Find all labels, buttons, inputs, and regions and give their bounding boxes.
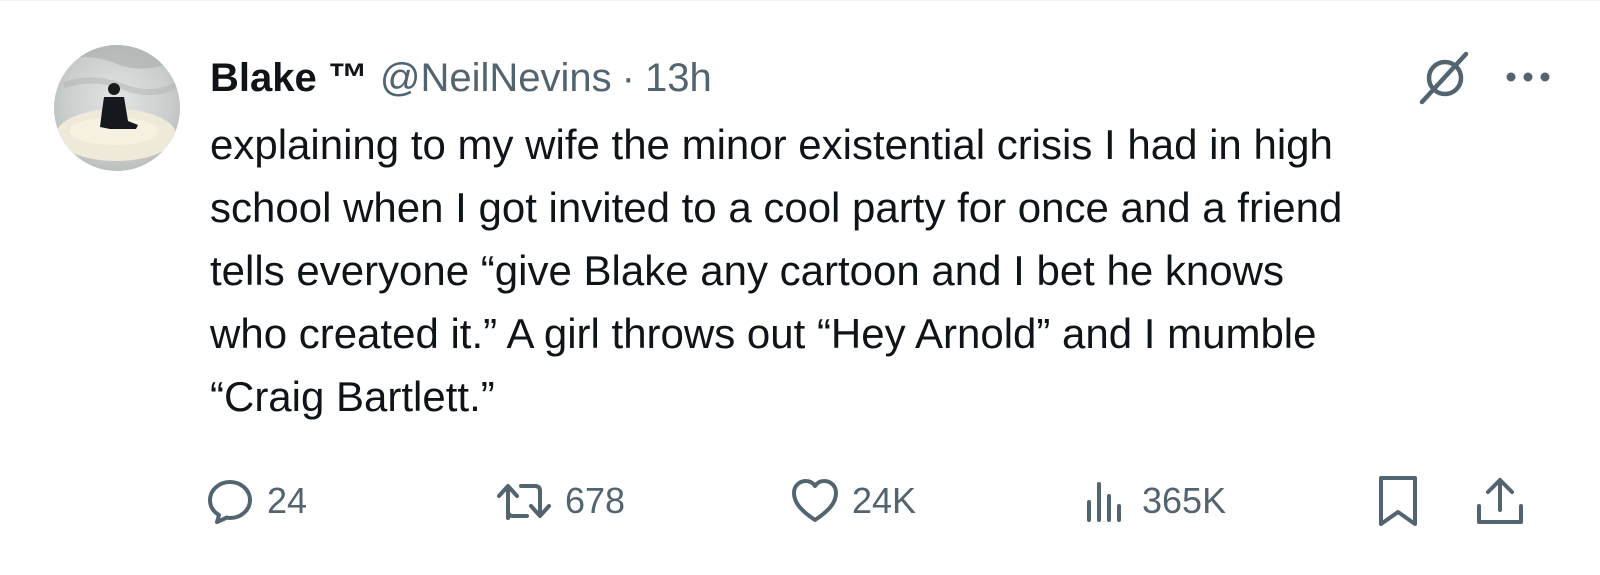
- grok-icon[interactable]: [1416, 48, 1474, 106]
- reply-count: 24: [267, 480, 308, 521]
- separator-dot: ·: [621, 55, 635, 100]
- user-handle[interactable]: @NeilNevins: [380, 56, 612, 101]
- repost-icon: [497, 484, 551, 520]
- avatar[interactable]: [54, 45, 180, 171]
- tweet-card[interactable]: Blake ™ @NeilNevins · 13h explaining to …: [0, 0, 1600, 575]
- share-icon: [1477, 478, 1523, 524]
- views-icon: [1087, 482, 1121, 522]
- like-count: 24K: [852, 480, 917, 521]
- repost-button[interactable]: 678: [495, 471, 625, 531]
- bookmark-button[interactable]: [1373, 471, 1435, 531]
- tweet-header: Blake ™ @NeilNevins · 13h: [210, 51, 712, 105]
- like-icon: [792, 479, 838, 522]
- views-button[interactable]: 365K: [1080, 471, 1226, 531]
- avatar-image: [54, 45, 180, 171]
- like-button[interactable]: 24K: [790, 471, 916, 531]
- bookmark-icon: [1379, 476, 1417, 526]
- views-count: 365K: [1142, 480, 1227, 521]
- reply-button[interactable]: 24: [205, 471, 307, 531]
- display-name[interactable]: Blake ™: [210, 56, 368, 101]
- more-icon[interactable]: [1504, 67, 1552, 87]
- tweet-actions: 24 678 24K 365K: [205, 471, 1535, 531]
- timestamp[interactable]: 13h: [645, 56, 712, 101]
- tweet-text: explaining to my wife the minor existent…: [210, 121, 1343, 420]
- repost-count: 678: [565, 480, 626, 521]
- share-button[interactable]: [1473, 471, 1539, 531]
- reply-icon: [208, 480, 252, 524]
- tweet-top-actions: [1416, 47, 1552, 107]
